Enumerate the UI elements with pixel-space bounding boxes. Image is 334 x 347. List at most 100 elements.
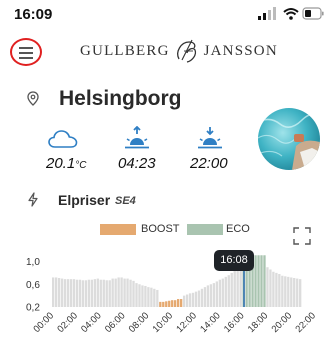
signal-icon: [258, 7, 276, 20]
cloud-icon: [48, 130, 78, 148]
price-bar: [54, 277, 58, 307]
price-bar: [126, 278, 129, 307]
x-tick-label: 00:00: [32, 310, 57, 335]
price-bar: [174, 300, 177, 307]
price-bar: [117, 277, 120, 307]
menu-icon-line: [19, 52, 33, 54]
price-bar: [60, 278, 64, 307]
price-bar: [197, 290, 201, 307]
chart-legend: BOOST ECO: [100, 222, 260, 238]
price-bar: [102, 279, 105, 307]
menu-button[interactable]: [10, 38, 42, 66]
temperature-value: 20.1: [46, 155, 76, 172]
legend-label-boost: BOOST: [141, 223, 180, 235]
avatar-photo: [258, 108, 320, 170]
price-bar: [236, 266, 239, 307]
price-bar: [209, 284, 213, 307]
price-bar: [218, 279, 221, 307]
x-tick-label: 12:00: [174, 310, 199, 335]
price-bar: [84, 280, 88, 307]
legend-label-eco: ECO: [226, 223, 250, 235]
x-tick-label: 10:00: [151, 310, 176, 335]
wifi-icon: [283, 8, 299, 20]
price-bar: [69, 279, 73, 307]
price-bar: [81, 280, 85, 307]
price-bar: [203, 287, 207, 307]
price-bar: [200, 288, 204, 307]
price-bar: [266, 267, 269, 307]
legend-swatch-boost: [100, 224, 136, 235]
price-bar: [284, 276, 287, 307]
menu-icon-line: [19, 47, 33, 49]
price-bar: [52, 277, 55, 307]
price-bar: [227, 275, 230, 307]
price-bar: [177, 299, 180, 307]
price-chart-canvas: 1,00,60,200:00 02:00 04:00 06:00 08:00 10:00 1…: [26, 255, 318, 335]
price-bar: [111, 278, 114, 307]
price-bar: [156, 289, 159, 307]
electricity-title: Elpriser: [58, 192, 111, 208]
price-chart[interactable]: 1,0 0,6 0,2 00:00 02:00 04:00 06:00 08:00 10:00 1…: [0, 240, 334, 347]
price-bar: [299, 279, 302, 307]
brand-monogram-icon: [176, 39, 196, 63]
price-bar: [221, 278, 224, 307]
price-bar: [191, 292, 195, 307]
price-bar: [93, 279, 96, 307]
price-bar: [153, 288, 156, 307]
price-bar: [179, 299, 183, 307]
x-tick-label: 18:00: [246, 310, 271, 335]
price-bar: [162, 301, 165, 307]
price-bar: [224, 276, 227, 307]
status-icons: [258, 7, 324, 20]
price-bar: [206, 285, 210, 307]
price-bar: [275, 272, 278, 307]
x-tick-label: 20:00: [270, 310, 295, 335]
price-bar: [87, 279, 91, 307]
price-bar: [150, 287, 153, 307]
city-name: Helsingborg: [59, 87, 182, 110]
price-bar: [230, 272, 233, 307]
price-bar: [287, 276, 290, 307]
price-bar: [185, 294, 189, 307]
price-bar: [168, 300, 171, 307]
x-tick-label: 16:00: [222, 310, 247, 335]
legend-swatch-eco: [187, 224, 223, 235]
price-bar: [215, 281, 219, 307]
price-bar: [99, 279, 102, 307]
price-bar: [293, 278, 296, 307]
price-bar: [135, 283, 138, 307]
price-bar: [144, 285, 147, 307]
price-bar: [290, 277, 293, 307]
chart-tooltip: 16:08: [214, 250, 254, 271]
sunrise-time: 04:23: [118, 155, 156, 172]
price-bar: [165, 301, 168, 307]
brand-logo[interactable]: GULLBERG JANSSON: [80, 38, 278, 64]
price-bar: [123, 278, 126, 307]
sunset-icon: [198, 127, 222, 149]
x-tick-label: 04:00: [79, 310, 104, 335]
x-tick-label: 08:00: [127, 310, 152, 335]
price-bar: [272, 271, 275, 307]
price-bar: [269, 269, 272, 307]
y-tick-label: 1,0: [26, 257, 40, 268]
price-bar: [263, 255, 266, 307]
price-bar: [105, 280, 108, 307]
price-bar: [194, 291, 198, 307]
price-bar: [57, 278, 61, 307]
price-bar: [171, 300, 174, 307]
price-bar: [147, 287, 150, 307]
brand-name-right: JANSSON: [203, 42, 278, 59]
price-bar: [120, 277, 123, 307]
avatar[interactable]: [258, 108, 320, 170]
price-bar: [188, 293, 192, 307]
price-bar: [96, 278, 99, 307]
electricity-area: SE4: [115, 195, 136, 207]
status-time: 16:09: [14, 6, 53, 23]
price-bar: [78, 279, 82, 307]
price-bar: [132, 280, 135, 307]
sunset-time: 22:00: [190, 155, 228, 172]
location-pin-icon: [27, 91, 39, 106]
weather-row: 20.1°C 04:23 22:00: [0, 120, 250, 180]
brand-name-left: GULLBERG: [80, 42, 170, 59]
x-tick-label: 02:00: [55, 310, 80, 335]
